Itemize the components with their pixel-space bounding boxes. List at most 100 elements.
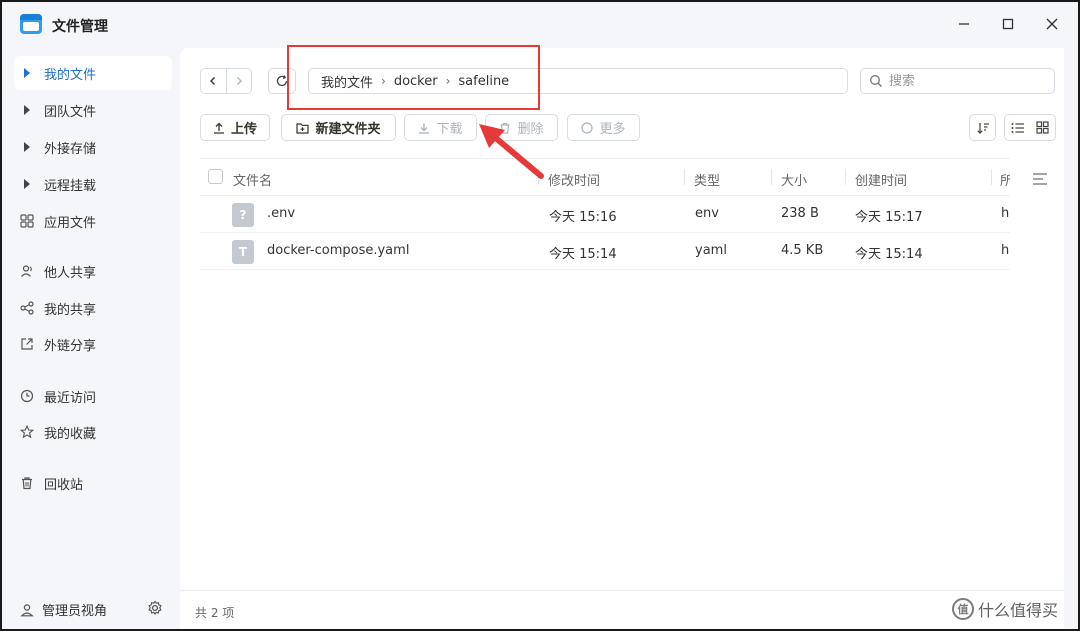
watermark-text: 什么值得买 xyxy=(978,601,1059,620)
upload-icon xyxy=(213,122,224,134)
sidebar-item-label: 外链分享 xyxy=(44,338,97,354)
file-type: yaml xyxy=(695,243,727,258)
history-nav xyxy=(200,68,252,94)
upload-button[interactable]: 上传 xyxy=(200,114,270,141)
table-row[interactable]: ? .env 今天 15:16 env 238 B 今天 15:17 h xyxy=(200,196,1010,233)
chevron-left-icon xyxy=(210,77,216,85)
minimize-icon xyxy=(959,23,969,25)
select-all-checkbox[interactable] xyxy=(208,169,223,184)
sidebar-item-remote-mount[interactable]: 远程挂载 xyxy=(14,167,172,201)
column-name[interactable]: 文件名 xyxy=(233,170,272,189)
sidebar-item-label: 我的收藏 xyxy=(44,426,97,442)
sidebar-item-favorites[interactable]: 我的收藏 xyxy=(14,415,172,449)
file-modified: 今天 15:14 xyxy=(549,247,617,262)
caret-right-icon xyxy=(20,105,42,115)
table-row[interactable]: T docker-compose.yaml 今天 15:14 yaml 4.5 … xyxy=(200,233,1010,270)
breadcrumb-docker[interactable]: docker xyxy=(394,74,438,89)
user-admin-icon xyxy=(20,603,34,616)
column-settings-button[interactable] xyxy=(1032,172,1050,186)
sidebar-item-label: 团队文件 xyxy=(44,104,97,120)
new-folder-label: 新建文件夹 xyxy=(315,122,381,137)
file-owner: h xyxy=(1001,206,1010,221)
upload-label: 上传 xyxy=(230,122,257,137)
list-view-icon xyxy=(1011,122,1024,133)
refresh-button[interactable] xyxy=(268,68,296,94)
watermark-logo-icon: 值 xyxy=(952,598,974,620)
sidebar-item-label: 他人共享 xyxy=(44,265,97,281)
close-button[interactable] xyxy=(1040,12,1064,36)
column-divider xyxy=(845,169,846,185)
trash-icon xyxy=(20,476,42,490)
column-modified[interactable]: 修改时间 xyxy=(548,170,600,189)
search-icon xyxy=(870,75,882,87)
column-created[interactable]: 创建时间 xyxy=(855,170,907,189)
download-button[interactable]: 下载 xyxy=(404,114,477,141)
maximize-icon xyxy=(1002,18,1014,30)
column-divider xyxy=(538,169,539,185)
item-count: 共 2 项 xyxy=(195,606,235,620)
sidebar-item-label: 外接存储 xyxy=(44,141,97,157)
list-view-button[interactable] xyxy=(1005,122,1030,134)
file-owner: h xyxy=(1001,243,1010,258)
column-settings-icon xyxy=(1033,173,1047,185)
search-box xyxy=(860,68,1055,94)
column-size[interactable]: 大小 xyxy=(781,170,807,189)
admin-view-label: 管理员视角 xyxy=(42,604,108,619)
file-table-header: 文件名 修改时间 类型 大小 创建时间 所 xyxy=(200,158,1010,196)
caret-right-icon xyxy=(20,179,42,189)
sidebar-item-label: 最近访问 xyxy=(44,390,97,406)
sidebar-item-label: 应用文件 xyxy=(44,215,97,231)
sidebar-item-trash[interactable]: 回收站 xyxy=(14,466,172,500)
breadcrumb-my-files[interactable]: 我的文件 xyxy=(321,72,373,91)
sidebar-item-external-link-share[interactable]: 外链分享 xyxy=(14,327,172,361)
text-file-icon: T xyxy=(232,240,254,264)
search-input[interactable] xyxy=(889,73,1039,89)
sort-button[interactable] xyxy=(969,114,996,141)
trash-icon xyxy=(500,122,510,134)
grid-view-icon xyxy=(1036,121,1049,134)
apps-grid-icon xyxy=(20,214,42,228)
new-folder-button[interactable]: 新建文件夹 xyxy=(281,114,396,141)
share-icon xyxy=(20,301,42,315)
view-mode-toggle xyxy=(1004,114,1056,141)
settings-button[interactable] xyxy=(147,600,165,618)
breadcrumb-separator: › xyxy=(381,74,386,88)
more-label: 更多 xyxy=(599,122,626,137)
main-panel: 我的文件 › docker › safeline 上传 新建文件夹 下载 删除 xyxy=(180,48,1064,590)
column-owner[interactable]: 所 xyxy=(1000,170,1010,189)
file-created: 今天 15:17 xyxy=(855,210,923,225)
sidebar-item-external-storage[interactable]: 外接存储 xyxy=(14,130,172,164)
more-circle-icon xyxy=(581,121,594,134)
maximize-button[interactable] xyxy=(996,12,1020,36)
sidebar-item-shared-with-me[interactable]: 他人共享 xyxy=(14,254,172,288)
forward-button[interactable] xyxy=(225,69,252,93)
caret-right-icon xyxy=(20,142,42,152)
grid-view-button[interactable] xyxy=(1030,121,1055,134)
column-type[interactable]: 类型 xyxy=(694,170,720,189)
sidebar-item-recent[interactable]: 最近访问 xyxy=(14,379,172,413)
sidebar-item-my-shares[interactable]: 我的共享 xyxy=(14,291,172,325)
more-button[interactable]: 更多 xyxy=(567,114,640,141)
delete-button[interactable]: 删除 xyxy=(485,114,558,141)
minimize-button[interactable] xyxy=(952,12,976,36)
breadcrumb-safeline[interactable]: safeline xyxy=(458,74,509,89)
file-manager-app-icon xyxy=(20,14,42,34)
file-name: .env xyxy=(267,206,296,221)
close-icon xyxy=(1046,18,1058,30)
sidebar-item-app-files[interactable]: 应用文件 xyxy=(14,204,172,238)
admin-view-toggle[interactable]: 管理员视角 xyxy=(20,600,107,619)
watermark: 值 什么值得买 xyxy=(952,597,1058,621)
users-icon xyxy=(20,264,42,278)
file-created: 今天 15:14 xyxy=(855,247,923,262)
sidebar-footer: 管理员视角 xyxy=(0,590,180,630)
back-button[interactable] xyxy=(201,69,226,93)
file-manager-window: 文件管理 我的文件 团队文件 外接存储 远程挂载 应用文件 他人共享 我的共享 … xyxy=(0,0,1080,631)
file-name: docker-compose.yaml xyxy=(267,243,410,258)
title-bar: 文件管理 xyxy=(0,0,1080,48)
new-folder-icon xyxy=(296,122,310,134)
status-bar: 共 2 项 xyxy=(180,590,1064,630)
sidebar-item-team-files[interactable]: 团队文件 xyxy=(14,93,172,127)
download-label: 下载 xyxy=(436,122,463,137)
column-divider xyxy=(771,169,772,185)
sidebar-item-my-files[interactable]: 我的文件 xyxy=(14,56,172,90)
